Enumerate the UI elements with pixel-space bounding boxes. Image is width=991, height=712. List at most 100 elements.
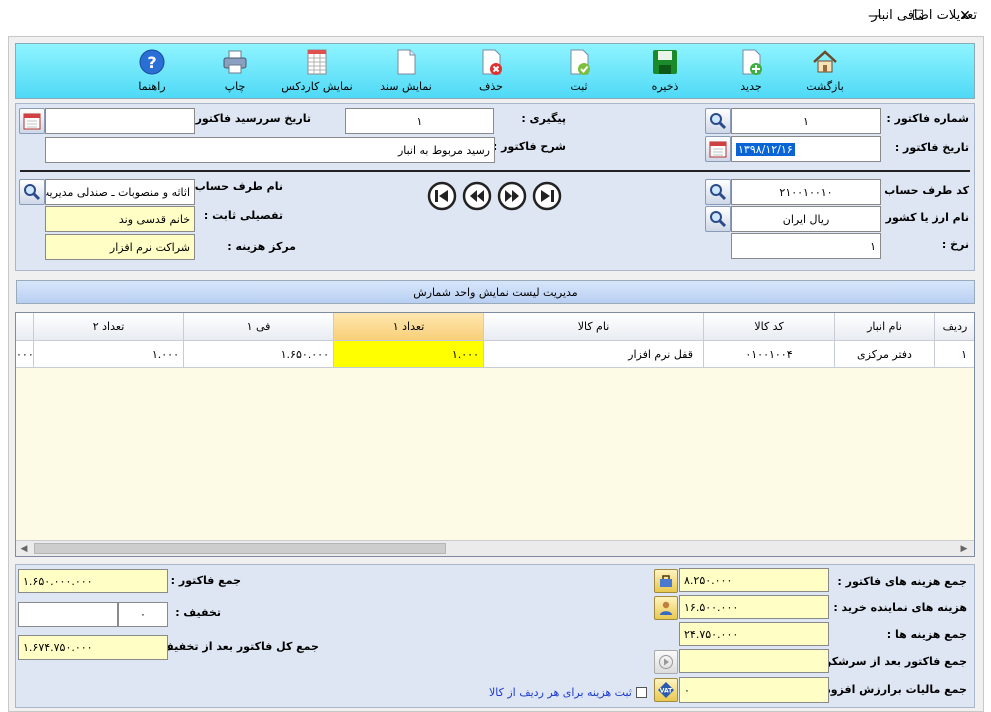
- scroll-left-icon[interactable]: ◀: [18, 543, 30, 555]
- cell-item-code[interactable]: ۰۱۰۰۱۰۰۴: [704, 341, 835, 368]
- rep-costs-button[interactable]: [654, 596, 678, 620]
- cardex-icon: [303, 47, 331, 77]
- scroll-right-icon[interactable]: ▶: [958, 543, 970, 555]
- horizontal-scrollbar[interactable]: ◀ ▶: [16, 540, 974, 556]
- first-icon: [427, 181, 457, 211]
- next-record-button[interactable]: [497, 181, 527, 211]
- cell-row[interactable]: ۱: [935, 341, 974, 368]
- show-document-button[interactable]: نمایش سند: [371, 47, 441, 99]
- print-button[interactable]: چاپ: [200, 47, 270, 99]
- minimize-button[interactable]: —: [852, 0, 898, 32]
- previous-record-button[interactable]: [462, 181, 492, 211]
- print-icon: [221, 47, 249, 77]
- account-search-button[interactable]: [705, 179, 731, 205]
- first-record-button[interactable]: [427, 181, 457, 211]
- new-document-icon: [737, 47, 765, 77]
- column-header-qty2[interactable]: تعداد ۲: [34, 313, 184, 341]
- vat-field[interactable]: ۰: [679, 677, 829, 703]
- new-button[interactable]: جدید: [716, 47, 786, 99]
- approve-button[interactable]: ثبت: [544, 47, 614, 99]
- search-icon: [710, 113, 727, 130]
- rep-costs-label: هزینه های نماینده خرید :: [833, 601, 967, 614]
- column-header-qty1[interactable]: تعداد ۱: [334, 313, 484, 341]
- costs-sum-field[interactable]: ۲۴.۷۵۰.۰۰۰: [679, 622, 829, 646]
- invoice-date-label: تاریخ فاکتور :: [894, 141, 969, 154]
- last-icon: [532, 181, 562, 211]
- vat-button[interactable]: VAT: [654, 678, 678, 702]
- after-share-field[interactable]: [679, 649, 829, 673]
- due-date-field[interactable]: [45, 108, 195, 134]
- invoice-date-field[interactable]: ۱۳۹۸/۱۲/۱۶: [731, 136, 881, 162]
- play-icon: [659, 655, 673, 669]
- vat-icon: VAT: [658, 682, 674, 698]
- invoice-date-picker[interactable]: [705, 136, 731, 162]
- toolbar: بازگشت جدید ذخیره ثبت حذف نمایش سند نمای…: [15, 43, 975, 99]
- cell-qty2[interactable]: ۱.۰۰۰: [34, 341, 184, 368]
- due-date-label: تاریخ سررسید فاکتور :: [187, 112, 311, 125]
- invoice-costs-field[interactable]: ۸.۲۵۰.۰۰۰: [679, 568, 829, 592]
- invoice-number-field[interactable]: ۱: [731, 108, 881, 134]
- maximize-button[interactable]: ☐: [895, 0, 941, 32]
- invoice-total-field[interactable]: ۱.۶۵۰.۰۰۰.۰۰۰: [18, 569, 168, 593]
- calendar-icon: [23, 113, 41, 130]
- cell-warehouse[interactable]: دفتر مرکزی: [835, 341, 935, 368]
- cell-qty1[interactable]: ۱.۰۰۰: [334, 341, 484, 368]
- detail-label: تفصیلی ثابت :: [203, 209, 283, 222]
- after-share-label: جمع فاکتور بعد از سرشکن :: [813, 655, 967, 668]
- column-header-item-code[interactable]: کد کالا: [704, 313, 835, 341]
- cell-extra[interactable]: ۰۰۰: [16, 341, 34, 368]
- followup-label: پیگیری :: [521, 112, 566, 125]
- column-header-item-name[interactable]: نام کالا: [484, 313, 704, 341]
- delete-button[interactable]: حذف: [456, 47, 526, 99]
- help-button[interactable]: ? راهنما: [117, 47, 187, 99]
- person-icon: [660, 601, 672, 615]
- detail-field[interactable]: خانم قدسی وند: [45, 206, 195, 232]
- grand-total-label: جمع کل فاکتور بعد از تخفیف :: [152, 640, 319, 653]
- account-name-search-button[interactable]: [19, 179, 45, 205]
- rep-costs-field[interactable]: ۱۶.۵۰۰.۰۰۰: [679, 595, 829, 619]
- cell-price1[interactable]: ۱.۶۵۰.۰۰۰: [184, 341, 334, 368]
- fast-forward-icon: [497, 181, 527, 211]
- due-date-picker[interactable]: [19, 108, 45, 134]
- close-button[interactable]: ✕: [942, 0, 988, 32]
- invoice-search-button[interactable]: [705, 108, 731, 134]
- currency-search-button[interactable]: [705, 206, 731, 232]
- column-header-extra[interactable]: [16, 313, 34, 341]
- column-header-price1[interactable]: فی ۱: [184, 313, 334, 341]
- followup-field[interactable]: ۱: [345, 108, 494, 134]
- rate-field[interactable]: ۱: [731, 233, 881, 259]
- scrollbar-thumb[interactable]: [34, 543, 446, 554]
- cost-center-label: مرکز هزینه :: [227, 240, 296, 253]
- grand-total-field[interactable]: ۱.۶۷۴.۷۵۰.۰۰۰: [18, 635, 168, 660]
- search-icon: [24, 184, 41, 201]
- items-grid[interactable]: ردیف نام انبار کد کالا نام کالا تعداد ۱ …: [15, 312, 975, 557]
- save-icon: [651, 47, 679, 77]
- approve-icon: [565, 47, 593, 77]
- last-record-button[interactable]: [532, 181, 562, 211]
- back-button[interactable]: بازگشت: [790, 47, 860, 99]
- cost-center-field[interactable]: شراکت نرم افزار: [45, 234, 195, 260]
- after-share-button[interactable]: [654, 650, 678, 674]
- discount-amount-field[interactable]: [18, 602, 118, 627]
- rate-label: نرخ :: [941, 238, 969, 251]
- per-row-cost-option[interactable]: ثبت هزینه برای هر ردیف از کالا: [489, 686, 647, 699]
- account-code-label: کد طرف حساب :: [876, 184, 969, 197]
- per-row-cost-checkbox[interactable]: [635, 687, 647, 698]
- account-code-field[interactable]: ۲۱۰۰۱۰۰۱۰: [731, 179, 881, 205]
- cell-item-name[interactable]: قفل نرم افزار: [484, 341, 704, 368]
- invoice-costs-button[interactable]: [654, 569, 678, 593]
- vat-label: جمع مالیات برارزش افزوده :: [810, 683, 967, 696]
- description-field[interactable]: رسید مربوط به انبار: [45, 137, 495, 163]
- currency-label: نام ارز یا کشور :: [877, 211, 969, 224]
- rewind-icon: [462, 181, 492, 211]
- list-title-bar[interactable]: مدیریت لیست نمایش واحد شمارش: [16, 280, 975, 304]
- save-button[interactable]: ذخیره: [630, 47, 700, 99]
- column-header-row[interactable]: ردیف: [935, 313, 974, 341]
- discount-percent-field[interactable]: ۰: [118, 602, 168, 627]
- show-cardex-button[interactable]: نمایش کاردکس: [281, 47, 353, 99]
- invoice-date-value: ۱۳۹۸/۱۲/۱۶: [736, 142, 795, 156]
- account-name-field[interactable]: اثاثه و منصوبات ـ صندلی مدیریت: [45, 179, 195, 205]
- currency-field[interactable]: ریال ایران: [731, 206, 881, 232]
- column-header-warehouse[interactable]: نام انبار: [835, 313, 935, 341]
- search-icon: [710, 211, 727, 228]
